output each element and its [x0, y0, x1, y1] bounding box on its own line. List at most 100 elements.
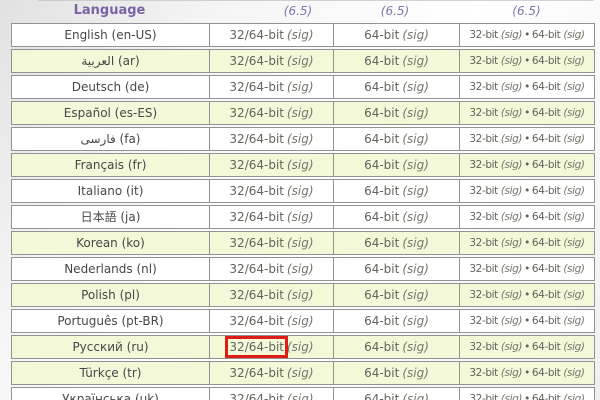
sig-link[interactable]: (sig) — [501, 341, 522, 353]
download-32-bit-link[interactable]: 32-bit — [469, 133, 497, 145]
download-32-64-bit-link[interactable]: 32/64-bit — [229, 288, 284, 302]
sig-link[interactable]: (sig) — [287, 366, 314, 380]
download-64-bit-link[interactable]: 64-bit — [532, 81, 560, 93]
sig-link[interactable]: (sig) — [402, 28, 429, 42]
sig-link[interactable]: (sig) — [287, 54, 314, 68]
download-32-64-bit-link[interactable]: 32/64-bit — [229, 262, 284, 276]
sig-link[interactable]: (sig) — [501, 211, 522, 223]
sig-link[interactable]: (sig) — [563, 237, 584, 249]
download-64-bit-link[interactable]: 64-bit — [364, 158, 399, 172]
download-32-64-bit-link[interactable]: 32/64-bit — [229, 132, 284, 146]
sig-link[interactable]: (sig) — [563, 211, 584, 223]
download-32-bit-link[interactable]: 32-bit — [469, 81, 497, 93]
sig-link[interactable]: (sig) — [402, 236, 429, 250]
sig-link[interactable]: (sig) — [287, 262, 314, 276]
sig-link[interactable]: (sig) — [563, 341, 584, 353]
sig-link[interactable]: (sig) — [501, 263, 522, 275]
sig-link[interactable]: (sig) — [501, 237, 522, 249]
download-32-64-bit-link[interactable]: 32/64-bit — [229, 158, 284, 172]
download-32-64-bit-link[interactable]: 32/64-bit — [229, 392, 284, 400]
download-64-bit-link[interactable]: 64-bit — [532, 29, 560, 41]
sig-link[interactable]: (sig) — [563, 55, 584, 67]
sig-link[interactable]: (sig) — [501, 367, 522, 379]
sig-link[interactable]: (sig) — [563, 289, 584, 301]
sig-link[interactable]: (sig) — [287, 392, 314, 400]
download-64-bit-link[interactable]: 64-bit — [532, 367, 560, 379]
sig-link[interactable]: (sig) — [402, 340, 429, 354]
download-64-bit-link[interactable]: 64-bit — [532, 315, 560, 327]
download-64-bit-link[interactable]: 64-bit — [364, 210, 399, 224]
download-64-bit-link[interactable]: 64-bit — [364, 288, 399, 302]
sig-link[interactable]: (sig) — [287, 288, 314, 302]
download-64-bit-link[interactable]: 64-bit — [364, 132, 399, 146]
download-32-bit-link[interactable]: 32-bit — [469, 159, 497, 171]
sig-link[interactable]: (sig) — [402, 392, 429, 400]
download-64-bit-link[interactable]: 64-bit — [364, 366, 399, 380]
download-32-bit-link[interactable]: 32-bit — [469, 237, 497, 249]
download-64-bit-link[interactable]: 64-bit — [532, 237, 560, 249]
sig-link[interactable]: (sig) — [402, 80, 429, 94]
download-64-bit-link[interactable]: 64-bit — [532, 55, 560, 67]
download-32-64-bit-link[interactable]: 32/64-bit — [229, 106, 284, 120]
sig-link[interactable]: (sig) — [563, 315, 584, 327]
sig-link[interactable]: (sig) — [402, 106, 429, 120]
download-64-bit-link[interactable]: 64-bit — [532, 211, 560, 223]
download-32-64-bit-link[interactable]: 32/64-bit — [229, 210, 284, 224]
download-32-64-bit-link[interactable]: 32/64-bit — [229, 236, 284, 250]
sig-link[interactable]: (sig) — [563, 393, 584, 400]
sig-link[interactable]: (sig) — [287, 340, 314, 354]
download-32-64-bit-link[interactable]: 32/64-bit — [229, 366, 284, 380]
sig-link[interactable]: (sig) — [501, 81, 522, 93]
download-32-bit-link[interactable]: 32-bit — [469, 263, 497, 275]
download-32-bit-link[interactable]: 32-bit — [469, 211, 497, 223]
sig-link[interactable]: (sig) — [563, 81, 584, 93]
sig-link[interactable]: (sig) — [402, 54, 429, 68]
download-32-bit-link[interactable]: 32-bit — [469, 289, 497, 301]
sig-link[interactable]: (sig) — [501, 185, 522, 197]
download-64-bit-link[interactable]: 64-bit — [364, 392, 399, 400]
download-64-bit-link[interactable]: 64-bit — [532, 263, 560, 275]
download-64-bit-link[interactable]: 64-bit — [532, 185, 560, 197]
download-64-bit-link[interactable]: 64-bit — [532, 133, 560, 145]
download-64-bit-link[interactable]: 64-bit — [364, 236, 399, 250]
download-64-bit-link[interactable]: 64-bit — [364, 340, 399, 354]
sig-link[interactable]: (sig) — [563, 263, 584, 275]
sig-link[interactable]: (sig) — [287, 210, 314, 224]
download-64-bit-link[interactable]: 64-bit — [364, 106, 399, 120]
download-32-64-bit-link[interactable]: 32/64-bit — [229, 54, 284, 68]
sig-link[interactable]: (sig) — [563, 107, 584, 119]
sig-link[interactable]: (sig) — [287, 106, 314, 120]
sig-link[interactable]: (sig) — [402, 210, 429, 224]
download-64-bit-link[interactable]: 64-bit — [364, 262, 399, 276]
sig-link[interactable]: (sig) — [501, 133, 522, 145]
download-32-bit-link[interactable]: 32-bit — [469, 55, 497, 67]
sig-link[interactable]: (sig) — [402, 262, 429, 276]
sig-link[interactable]: (sig) — [287, 184, 314, 198]
download-64-bit-link[interactable]: 64-bit — [364, 314, 399, 328]
download-32-bit-link[interactable]: 32-bit — [469, 107, 497, 119]
sig-link[interactable]: (sig) — [402, 314, 429, 328]
sig-link[interactable]: (sig) — [287, 158, 314, 172]
sig-link[interactable]: (sig) — [402, 132, 429, 146]
sig-link[interactable]: (sig) — [402, 366, 429, 380]
sig-link[interactable]: (sig) — [501, 315, 522, 327]
sig-link[interactable]: (sig) — [287, 80, 314, 94]
download-32-64-bit-link[interactable]: 32/64-bit — [229, 80, 284, 94]
download-64-bit-link[interactable]: 64-bit — [532, 393, 560, 400]
download-64-bit-link[interactable]: 64-bit — [532, 341, 560, 353]
download-32-bit-link[interactable]: 32-bit — [469, 29, 497, 41]
sig-link[interactable]: (sig) — [563, 133, 584, 145]
download-64-bit-link[interactable]: 64-bit — [532, 159, 560, 171]
sig-link[interactable]: (sig) — [287, 236, 314, 250]
download-32-bit-link[interactable]: 32-bit — [469, 185, 497, 197]
sig-link[interactable]: (sig) — [287, 314, 314, 328]
download-64-bit-link[interactable]: 64-bit — [532, 107, 560, 119]
sig-link[interactable]: (sig) — [402, 184, 429, 198]
sig-link[interactable]: (sig) — [501, 393, 522, 400]
sig-link[interactable]: (sig) — [501, 159, 522, 171]
sig-link[interactable]: (sig) — [287, 132, 314, 146]
download-32-bit-link[interactable]: 32-bit — [469, 367, 497, 379]
download-32-64-bit-link[interactable]: 32/64-bit — [229, 340, 284, 354]
sig-link[interactable]: (sig) — [563, 29, 584, 41]
sig-link[interactable]: (sig) — [501, 29, 522, 41]
